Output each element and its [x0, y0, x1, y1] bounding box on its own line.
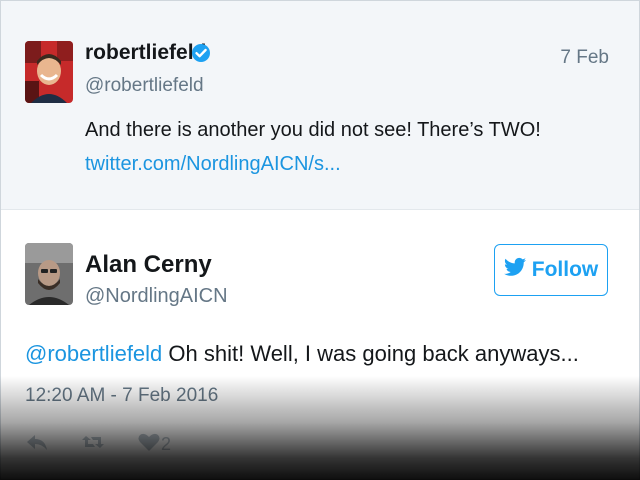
author-handle[interactable]: @NordlingAICN — [85, 285, 228, 308]
tweet-embed: robertliefeld @robertliefeld 7 Feb And t… — [0, 0, 640, 480]
tweet-body: Oh shit! Well, I was going back anyways.… — [162, 341, 579, 366]
tweet-link[interactable]: twitter.com/NordlingAICN/s... — [85, 153, 341, 176]
reply-button[interactable] — [25, 431, 49, 458]
twitter-bird-icon — [503, 257, 526, 283]
author-name[interactable]: Alan Cerny — [85, 251, 212, 279]
tweet-date[interactable]: 7 Feb — [560, 47, 609, 69]
avatar[interactable] — [25, 243, 73, 305]
tweet-text: And there is another you did not see! Th… — [85, 119, 541, 141]
tweet-timestamp[interactable]: 12:20 AM - 7 Feb 2016 — [25, 385, 218, 407]
follow-label: Follow — [531, 258, 599, 281]
verified-badge-icon — [191, 43, 211, 63]
reply-icon — [25, 431, 49, 458]
like-count: 2 — [161, 433, 172, 454]
like-button[interactable]: 2 — [137, 431, 171, 458]
parent-tweet: robertliefeld @robertliefeld 7 Feb And t… — [1, 1, 639, 210]
heart-icon — [137, 431, 161, 458]
avatar[interactable] — [25, 41, 73, 103]
mention-link[interactable]: @robertliefeld — [25, 341, 162, 366]
retweet-button[interactable] — [81, 431, 105, 458]
retweet-icon — [81, 431, 105, 458]
author-handle[interactable]: @robertliefeld — [85, 75, 204, 97]
follow-button[interactable]: Follow — [494, 244, 608, 296]
tweet-text: @robertliefeld Oh shit! Well, I was goin… — [25, 341, 579, 367]
author-name[interactable]: robertliefeld — [85, 41, 206, 65]
tweet-actions: 2 — [25, 429, 203, 459]
